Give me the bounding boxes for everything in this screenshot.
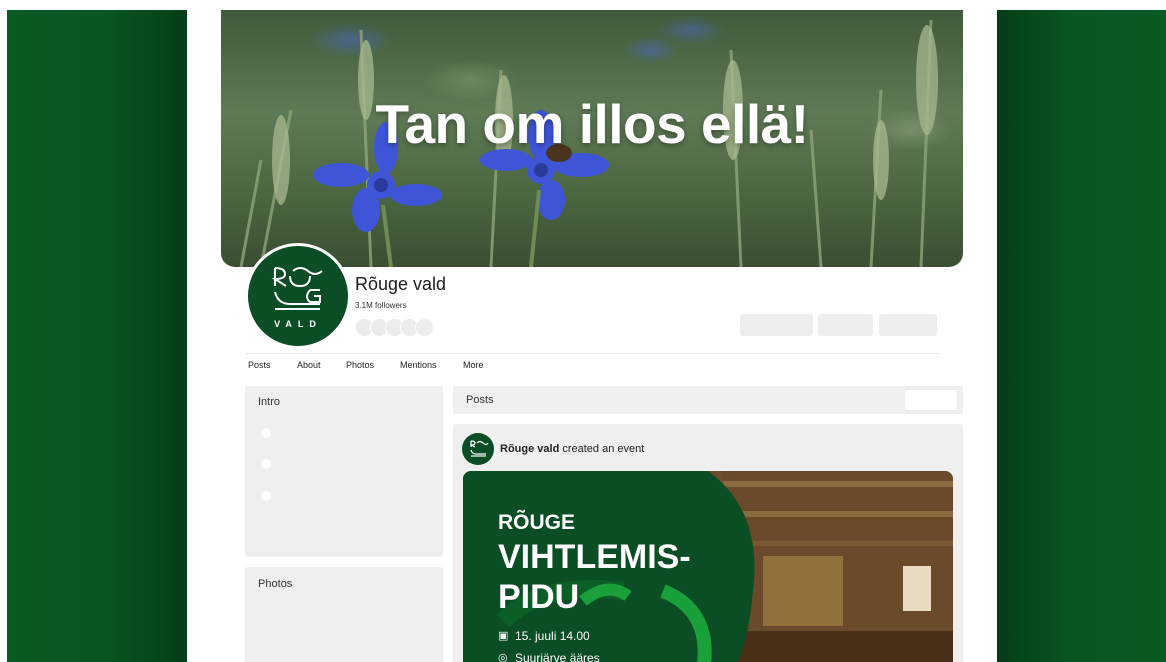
event-title-line-3: PIDU	[498, 578, 580, 616]
follower-avatars[interactable]	[355, 318, 445, 337]
facebook-page-mockup: Tan om illos ellä! VALD Rõuge vald 3.1M …	[187, 10, 997, 662]
page-title: Rõuge vald	[355, 274, 447, 294]
posts-header-bar: Posts	[453, 386, 963, 414]
location-pin-icon: ◎	[498, 652, 508, 662]
tab-photos[interactable]: Photos	[346, 360, 374, 370]
intro-title: Intro	[258, 396, 281, 408]
event-title-line-2: VIHTLEMIS-	[498, 538, 691, 576]
calendar-icon: ▣	[498, 630, 509, 642]
right-backdrop	[997, 10, 1166, 662]
cover-photo: Tan om illos ellä!	[221, 10, 963, 267]
tab-more[interactable]: More	[463, 360, 484, 370]
intro-bullet-icon	[261, 428, 271, 438]
rouge-logo-icon	[271, 267, 323, 310]
posts-title: Posts	[466, 394, 494, 406]
filters-button[interactable]	[905, 390, 957, 410]
followers-count[interactable]: 3.1M followers	[355, 301, 407, 310]
tab-posts[interactable]: Posts	[248, 360, 271, 370]
cover-slogan: Tan om illos ellä!	[375, 93, 809, 155]
profile-divider	[245, 353, 941, 354]
event-cover-image[interactable]: RÕUGE VIHTLEMIS- PIDU ▣ 15. juuli 14.00 …	[463, 471, 953, 662]
event-location: Suurjärve ääres	[515, 651, 600, 662]
event-date: 15. juuli 14.00	[515, 629, 590, 643]
intro-card: Intro	[245, 386, 443, 557]
page-logo-avatar[interactable]: VALD	[245, 243, 351, 349]
event-title-line-1: RÕUGE	[498, 511, 576, 534]
post-author-avatar[interactable]	[462, 433, 494, 465]
photos-title[interactable]: Photos	[258, 578, 292, 590]
rouge-logo-icon	[470, 440, 489, 457]
follow-button[interactable]	[740, 314, 813, 336]
message-button[interactable]	[818, 314, 873, 336]
left-backdrop	[7, 10, 187, 662]
tab-about[interactable]: About	[297, 360, 321, 370]
post-attribution: Rõuge vald created an event	[500, 443, 644, 455]
intro-bullet-icon	[261, 459, 271, 469]
photos-card: Photos	[245, 567, 443, 662]
more-options-button[interactable]	[879, 314, 937, 336]
avatar	[415, 318, 434, 337]
intro-bullet-icon	[261, 491, 271, 501]
post-author-link[interactable]: Rõuge vald	[500, 443, 559, 455]
logo-wordmark: VALD	[274, 319, 322, 329]
tab-mentions[interactable]: Mentions	[400, 360, 437, 370]
post-action-text: created an event	[559, 443, 645, 455]
